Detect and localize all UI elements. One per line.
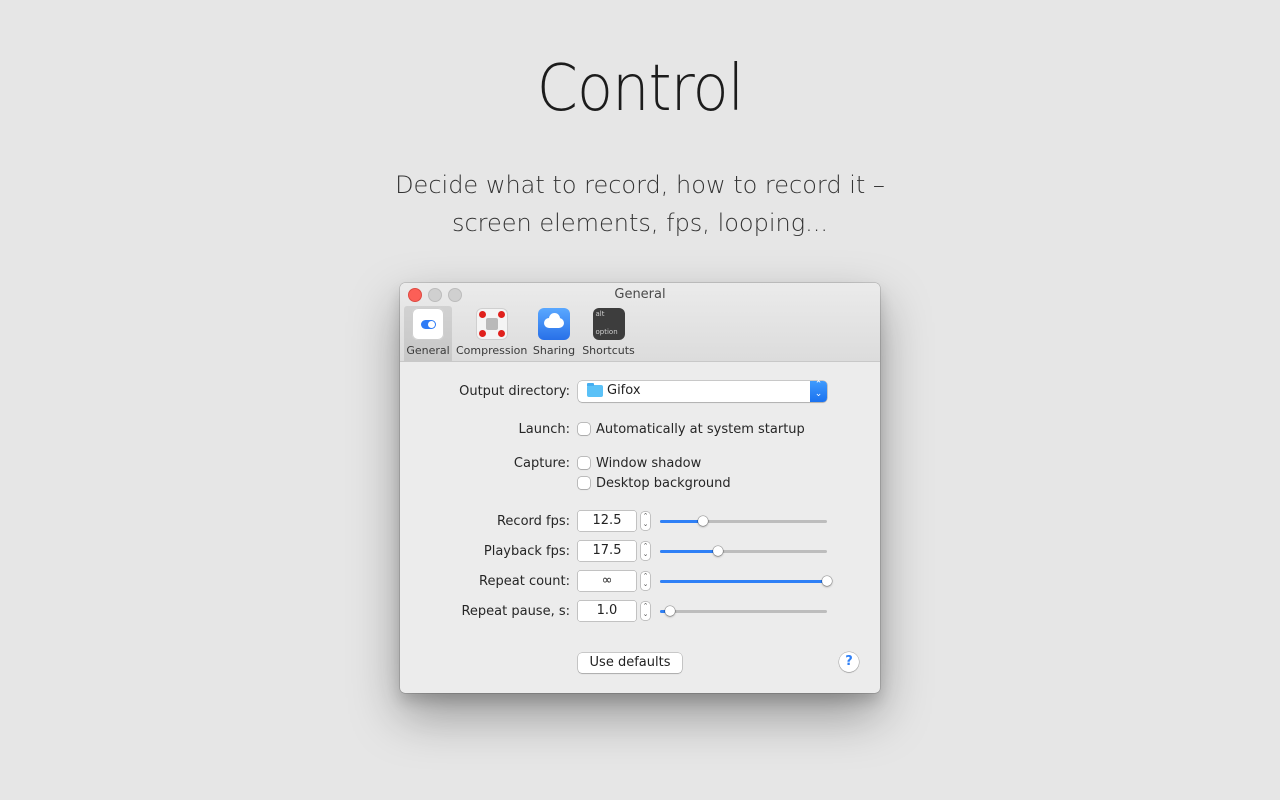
tab-compression[interactable]: Compression	[456, 306, 527, 361]
compression-icon	[475, 308, 508, 340]
launch-label: Launch:	[518, 422, 570, 437]
window-shadow-label: Window shadow	[596, 456, 702, 471]
hero-subtitle-line-1: Decide what to record, how to record it …	[395, 171, 885, 199]
folder-icon	[587, 383, 603, 397]
record-fps-stepper[interactable]: ⌃ ⌄	[641, 512, 650, 530]
toggle-icon	[412, 308, 444, 340]
cloud-icon	[538, 308, 570, 340]
playback-fps-stepper[interactable]: ⌃ ⌄	[641, 542, 650, 560]
hero-subtitle-line-2: screen elements, fps, looping...	[451, 209, 829, 237]
repeat-count-label: Repeat count:	[479, 574, 570, 589]
output-directory-value: Gifox	[607, 383, 641, 398]
key-bottom-label: option	[595, 328, 618, 336]
tab-general-label: General	[406, 344, 450, 357]
chevron-up-down-icon: ⌃ ⌄	[810, 381, 827, 402]
hero-subtitle: Decide what to record, how to record it …	[340, 166, 940, 242]
keyboard-icon: alt option	[592, 308, 625, 340]
preferences-window: General General Compression Sharing alt …	[400, 283, 880, 693]
playback-fps-field[interactable]: 17.5	[578, 541, 636, 561]
repeat-count-stepper[interactable]: ⌃ ⌄	[641, 572, 650, 590]
repeat-pause-label: Repeat pause, s:	[461, 604, 570, 619]
tab-compression-label: Compression	[456, 344, 528, 357]
tab-shortcuts-label: Shortcuts	[582, 344, 635, 357]
desktop-background-label: Desktop background	[596, 476, 731, 491]
repeat-count-slider[interactable]	[660, 576, 832, 586]
tab-sharing[interactable]: Sharing	[532, 306, 576, 361]
desktop-background-checkbox[interactable]	[578, 477, 590, 489]
playback-fps-label: Playback fps:	[483, 544, 570, 559]
tab-general[interactable]: General	[404, 306, 452, 361]
output-directory-select[interactable]: Gifox ⌃ ⌄	[578, 381, 827, 402]
playback-fps-slider-thumb[interactable]	[713, 546, 724, 556]
hero-title: Control	[536, 52, 744, 126]
record-fps-label: Record fps:	[496, 514, 570, 529]
launch-at-startup-checkbox[interactable]	[578, 423, 590, 435]
repeat-count-field[interactable]: ∞	[578, 571, 636, 591]
repeat-pause-slider[interactable]	[660, 606, 827, 616]
playback-fps-slider[interactable]	[660, 546, 827, 556]
window-shadow-checkbox[interactable]	[578, 457, 590, 469]
record-fps-slider-thumb[interactable]	[698, 516, 709, 526]
use-defaults-button[interactable]: Use defaults	[578, 653, 682, 673]
record-fps-slider[interactable]	[660, 516, 827, 526]
capture-label: Capture:	[513, 456, 570, 471]
repeat-pause-stepper[interactable]: ⌃ ⌄	[641, 602, 650, 620]
window-titlebar: General General Compression Sharing alt …	[400, 283, 880, 362]
window-title: General	[614, 287, 666, 302]
output-directory-label: Output directory:	[459, 384, 570, 399]
record-fps-field[interactable]: 12.5	[578, 511, 636, 531]
tab-shortcuts[interactable]: alt option Shortcuts	[581, 306, 636, 361]
repeat-count-slider-thumb[interactable]	[822, 576, 832, 586]
launch-at-startup-label: Automatically at system startup	[596, 422, 805, 437]
help-button[interactable]: ?	[839, 652, 859, 672]
repeat-pause-slider-thumb[interactable]	[665, 606, 676, 616]
key-top-label: alt	[595, 310, 605, 318]
tab-sharing-label: Sharing	[532, 344, 576, 357]
repeat-pause-field[interactable]: 1.0	[578, 601, 636, 621]
